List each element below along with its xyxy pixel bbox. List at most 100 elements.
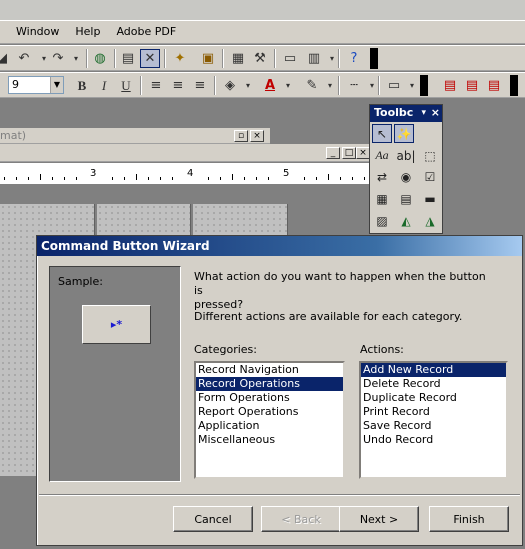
back-button[interactable]: < Back <box>261 506 341 532</box>
align-right-icon[interactable]: ≡ <box>190 76 210 95</box>
line-width-icon[interactable]: ┄ <box>344 76 364 95</box>
new-record-icon: ▸* <box>110 318 123 331</box>
background-window-titlebar: mat) ▫ × <box>0 128 270 144</box>
convert-and-email-icon[interactable]: ▤ <box>462 76 482 95</box>
label-icon[interactable]: Aa <box>372 146 392 165</box>
menu-bar: Window Help Adobe PDF <box>0 20 525 44</box>
list-item[interactable]: Undo Record <box>361 433 506 447</box>
special-effect-dropdown-icon[interactable]: ▾ <box>402 76 422 95</box>
sample-button-preview: ▸* <box>82 305 151 344</box>
special-effect-icon[interactable]: ▭ <box>384 76 404 95</box>
select-objects-icon[interactable]: ↖ <box>372 124 392 143</box>
ruler-number: 5 <box>283 168 290 179</box>
bound-object-frame-icon[interactable]: ◮ <box>420 211 440 230</box>
font-size-select[interactable]: 9 ▼ <box>8 76 64 94</box>
option-group-icon[interactable]: ⬚ <box>420 146 440 165</box>
list-item[interactable]: Add New Record <box>361 363 506 377</box>
command-button-wizard-dialog: Command Button Wizard Sample: ▸* What ac… <box>36 235 523 546</box>
field-list-icon[interactable]: ▤ <box>118 49 138 68</box>
categories-listbox[interactable]: Record Navigation Record Operations Form… <box>194 361 345 479</box>
code-icon[interactable]: ▣ <box>198 49 218 68</box>
cancel-button[interactable]: Cancel <box>173 506 253 532</box>
menu-adobe-pdf[interactable]: Adobe PDF <box>108 21 184 43</box>
properties-icon[interactable]: ▦ <box>228 49 248 68</box>
bold-icon[interactable]: B <box>72 76 92 95</box>
maximize-icon[interactable]: □ <box>342 147 356 159</box>
list-item[interactable]: Record Navigation <box>196 363 343 377</box>
list-item[interactable]: Report Operations <box>196 405 343 419</box>
chevron-down-icon[interactable]: ▼ <box>50 77 63 93</box>
font-color-dropdown-icon[interactable]: ▾ <box>278 76 298 95</box>
list-item[interactable]: Save Record <box>361 419 506 433</box>
toolbox-titlebar[interactable]: Toolbc ▾ × <box>370 105 442 122</box>
toolbar-options-icon[interactable] <box>370 48 378 69</box>
italic-icon[interactable]: I <box>94 76 114 95</box>
question-line: What action do you want to happen when t… <box>194 270 486 297</box>
fill-color-dropdown-icon[interactable]: ▾ <box>238 76 258 95</box>
image-icon[interactable]: ▨ <box>372 211 392 230</box>
align-left-icon[interactable]: ≡ <box>146 76 166 95</box>
finish-button[interactable]: Finish <box>429 506 509 532</box>
align-center-icon[interactable]: ≡ <box>168 76 188 95</box>
textbox-icon[interactable]: ab| <box>396 146 416 165</box>
ruler-number: 4 <box>187 168 194 179</box>
line-color-dropdown-icon[interactable]: ▾ <box>320 76 340 95</box>
list-item[interactable]: Application <box>196 419 343 433</box>
list-item[interactable]: Form Operations <box>196 391 343 405</box>
ruler-number: 3 <box>90 168 97 179</box>
toolbox-toggle-icon[interactable]: ✕ <box>140 49 160 68</box>
list-item[interactable]: Record Operations <box>196 377 343 391</box>
actions-label: Actions: <box>360 343 404 356</box>
help-icon[interactable]: ? <box>344 49 364 68</box>
redo-icon[interactable]: ↷ <box>48 49 68 68</box>
check-box-icon[interactable]: ☑ <box>420 167 440 186</box>
list-box-icon[interactable]: ▤ <box>396 189 416 208</box>
hyperlink-icon[interactable]: ◍ <box>90 49 110 68</box>
toolbar-separator <box>338 49 340 68</box>
convert-and-review-icon[interactable]: ▤ <box>484 76 504 95</box>
toggle-button-icon[interactable]: ⇄ <box>372 167 392 186</box>
minimize-icon[interactable]: _ <box>326 147 340 159</box>
list-item[interactable]: Print Record <box>361 405 506 419</box>
option-button-icon[interactable]: ◉ <box>396 167 416 186</box>
toolbar-separator <box>378 76 380 95</box>
fill-color-icon[interactable]: ◈ <box>220 76 240 95</box>
horizontal-ruler: 3 4 5 <box>0 163 370 185</box>
new-object-icon[interactable]: ▥ <box>304 49 324 68</box>
sample-panel: Sample: ▸* <box>49 266 181 482</box>
sample-label: Sample: <box>58 275 103 288</box>
toolbar-options-icon[interactable] <box>510 75 518 96</box>
database-window-icon[interactable]: ▭ <box>280 49 300 68</box>
close-icon[interactable]: × <box>356 147 370 159</box>
toolbox-title: Toolbc <box>374 106 414 119</box>
categories-label: Categories: <box>194 343 257 356</box>
menu-help[interactable]: Help <box>67 21 108 43</box>
line-color-icon[interactable]: ✎ <box>302 76 322 95</box>
partial-icon[interactable]: ◢ <box>0 49 12 68</box>
list-item[interactable]: Miscellaneous <box>196 433 343 447</box>
font-color-icon[interactable]: A <box>260 76 280 95</box>
chevron-down-icon[interactable]: ▾ <box>421 105 426 121</box>
combo-box-icon[interactable]: ▦ <box>372 189 392 208</box>
redo-dropdown-icon[interactable]: ▾ <box>66 49 86 68</box>
actions-listbox[interactable]: Add New Record Delete Record Duplicate R… <box>359 361 508 479</box>
convert-to-pdf-icon[interactable]: ▤ <box>440 76 460 95</box>
close-icon[interactable]: × <box>250 130 264 142</box>
underline-icon[interactable]: U <box>116 76 136 95</box>
restore-icon[interactable]: ▫ <box>234 130 248 142</box>
toolbar-separator <box>86 49 88 68</box>
undo-icon[interactable]: ↶ <box>14 49 34 68</box>
command-button-icon[interactable]: ▬ <box>420 189 440 208</box>
close-icon[interactable]: × <box>431 105 440 121</box>
toolbar-options-icon[interactable] <box>420 75 428 96</box>
standard-toolbar: ◢ ↶ ▾ ↷ ▾ ◍ ▤ ✕ ✦ ▣ ▦ ⚒ ▭ ▥ ▾ ? ▾ <box>0 45 525 71</box>
unbound-object-frame-icon[interactable]: ◭ <box>396 211 416 230</box>
autoformat-icon[interactable]: ✦ <box>170 49 190 68</box>
control-wizards-icon[interactable]: ✨ <box>394 124 414 143</box>
build-icon[interactable]: ⚒ <box>250 49 270 68</box>
dialog-titlebar: Command Button Wizard <box>37 236 522 256</box>
list-item[interactable]: Duplicate Record <box>361 391 506 405</box>
list-item[interactable]: Delete Record <box>361 377 506 391</box>
next-button[interactable]: Next > <box>339 506 419 532</box>
menu-window[interactable]: Window <box>0 21 67 43</box>
